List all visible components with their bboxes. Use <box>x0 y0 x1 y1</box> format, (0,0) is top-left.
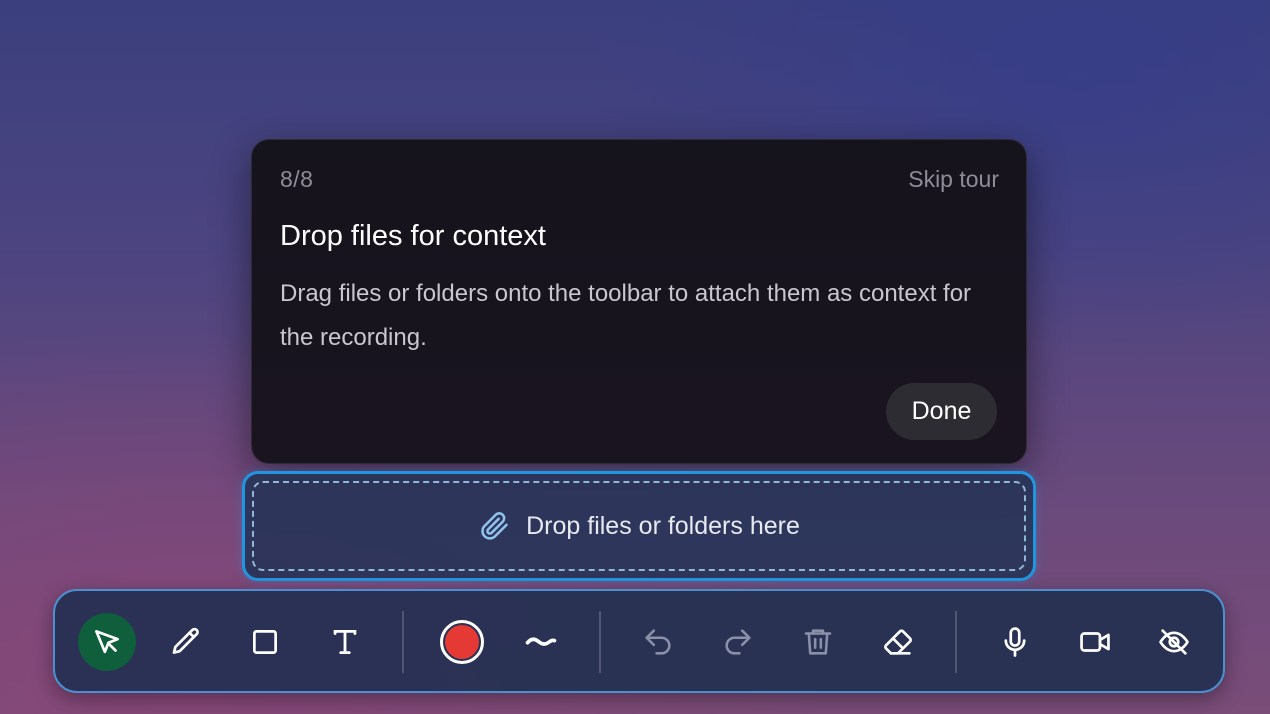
microphone-icon <box>1004 627 1026 657</box>
eraser-tool-button[interactable] <box>869 613 927 671</box>
trash-icon <box>804 629 832 655</box>
undo-button[interactable] <box>629 613 687 671</box>
toolbar-divider <box>402 611 404 673</box>
redo-icon <box>725 629 751 655</box>
file-drop-zone[interactable]: Drop files or folders here <box>242 471 1036 581</box>
paperclip-icon <box>478 510 510 542</box>
rectangle-tool-button[interactable] <box>236 613 294 671</box>
stroke-wave-icon <box>525 637 557 646</box>
toolbar-divider <box>955 611 957 673</box>
drop-zone-label: Drop files or folders here <box>526 511 800 540</box>
drop-zone-dashed-area[interactable]: Drop files or folders here <box>252 481 1026 571</box>
tour-title: Drop files for context <box>280 220 546 252</box>
annotation-toolbar <box>53 589 1225 693</box>
hide-toolbar-button[interactable] <box>1145 613 1203 671</box>
tour-popover: 8/8 Skip tour Drop files for context Dra… <box>251 139 1027 464</box>
redo-button[interactable] <box>709 613 767 671</box>
pencil-icon <box>172 627 199 654</box>
color-picker-button[interactable] <box>433 613 491 671</box>
color-swatch-icon <box>440 620 484 664</box>
toolbar-divider <box>599 611 601 673</box>
microphone-button[interactable] <box>986 613 1044 671</box>
clear-button[interactable] <box>789 613 847 671</box>
square-icon <box>253 630 277 654</box>
cursor-arrow-icon <box>95 630 119 654</box>
text-icon <box>333 629 357 655</box>
video-camera-icon <box>1080 632 1110 652</box>
eraser-icon <box>884 629 912 655</box>
skip-tour-button[interactable]: Skip tour <box>908 166 999 193</box>
text-tool-button[interactable] <box>316 613 374 671</box>
eye-off-icon <box>1159 629 1189 655</box>
tour-step-counter: 8/8 <box>280 166 314 192</box>
pen-tool-button[interactable] <box>157 613 215 671</box>
done-button[interactable]: Done <box>886 383 997 440</box>
stroke-width-button[interactable] <box>512 613 570 671</box>
select-tool-button[interactable] <box>78 613 136 671</box>
undo-icon <box>645 629 671 655</box>
camera-button[interactable] <box>1066 613 1124 671</box>
tour-description: Drag files or folders onto the toolbar t… <box>280 280 972 351</box>
